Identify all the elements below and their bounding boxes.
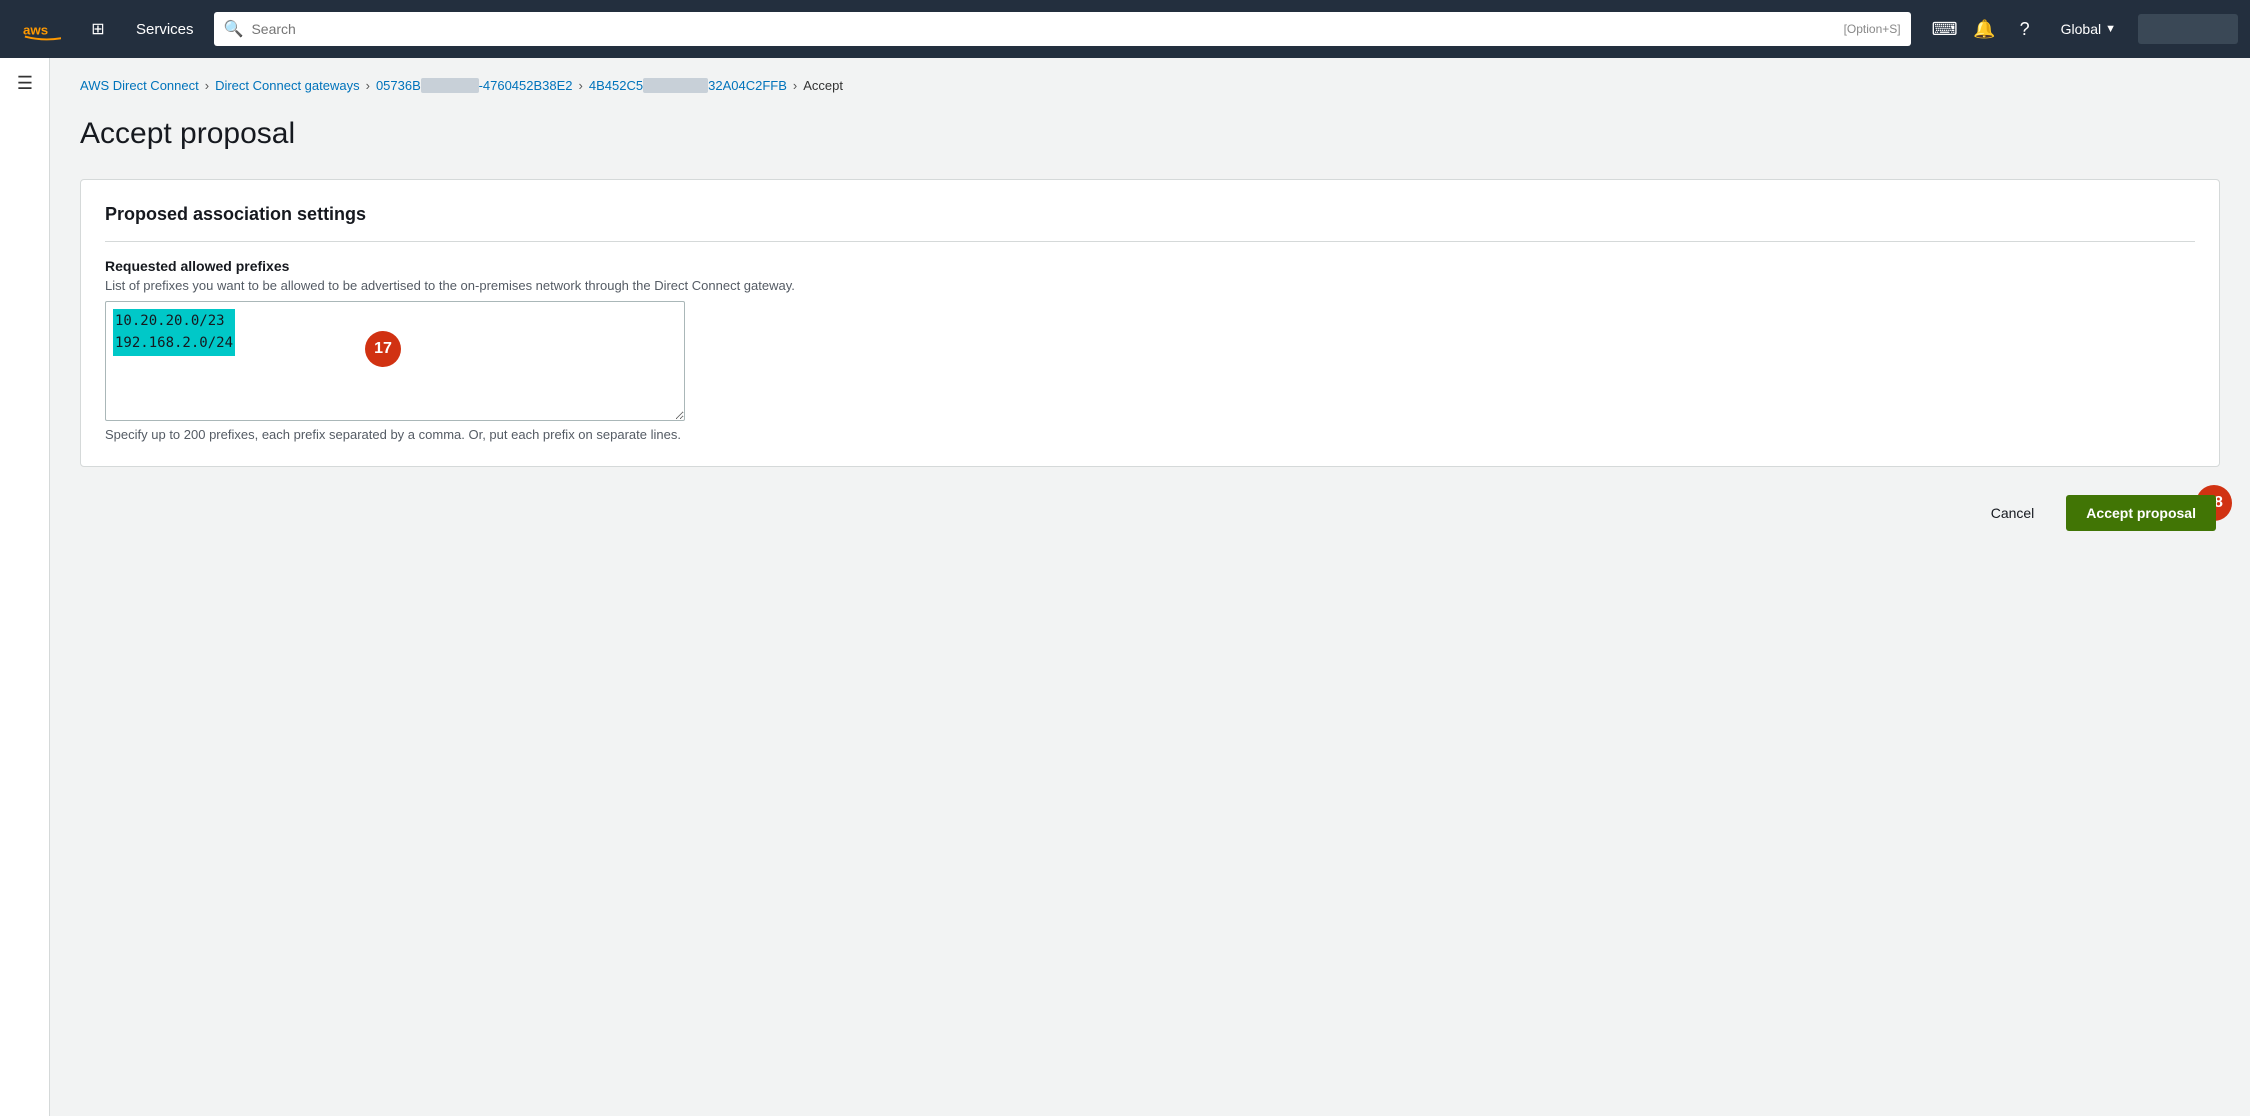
settings-card: Proposed association settings Requested … [80,179,2220,467]
breadcrumb-sep-4: › [793,78,797,93]
breadcrumb-sep-2: › [366,78,370,93]
sidebar: ☰ [0,58,50,1116]
breadcrumb-direct-connect[interactable]: AWS Direct Connect [80,78,199,93]
breadcrumb-assoc-id[interactable]: 4B452C5 32A04C2FFB [589,78,787,93]
breadcrumb-sep-1: › [205,78,209,93]
badge-17: 17 [365,331,401,367]
account-menu[interactable] [2138,14,2238,44]
prefixes-hint: Specify up to 200 prefixes, each prefix … [105,427,2195,442]
aws-logo[interactable]: aws [12,3,72,55]
main-content: AWS Direct Connect › Direct Connect gate… [50,58,2250,1116]
footer-actions: Cancel Accept proposal 18 [80,495,2220,531]
search-icon: 🔍 [224,19,244,39]
bell-icon[interactable]: 🔔 [1967,11,2003,47]
region-label: Global [2061,21,2101,37]
services-label: Services [136,21,194,38]
page-title: Accept proposal [80,117,2220,151]
prefixes-desc: List of prefixes you want to be allowed … [105,278,2195,293]
navbar: aws ⊞ Services 🔍 [Option+S] ⌨ 🔔 ? Global… [0,0,2250,58]
nav-icons: ⌨ 🔔 ? [1927,11,2043,47]
sidebar-toggle-button[interactable]: ☰ [0,58,50,108]
prefixes-textarea-wrapper: 10.20.20.0/23 192.168.2.0/24 10.20.20.0/… [105,301,685,421]
breadcrumb-accept: Accept [803,78,843,93]
search-bar[interactable]: 🔍 [Option+S] [214,12,1911,46]
card-title: Proposed association settings [105,204,2195,242]
region-selector[interactable]: Global ▼ [2051,13,2126,45]
cancel-button[interactable]: Cancel [1975,497,2051,529]
breadcrumb-redacted-1 [421,78,479,93]
breadcrumb-redacted-2 [643,78,708,93]
services-menu[interactable]: Services [124,13,206,46]
breadcrumb-sep-3: › [579,78,583,93]
prefixes-field: Requested allowed prefixes List of prefi… [105,258,2195,442]
prefixes-label: Requested allowed prefixes [105,258,2195,274]
help-icon[interactable]: ? [2007,11,2043,47]
search-input[interactable] [251,21,1835,37]
region-chevron: ▼ [2105,23,2116,35]
breadcrumb: AWS Direct Connect › Direct Connect gate… [80,78,2220,93]
terminal-icon[interactable]: ⌨ [1927,11,1963,47]
accept-button-wrapper: Accept proposal 18 [2066,495,2216,531]
accept-proposal-button[interactable]: Accept proposal [2066,495,2216,531]
svg-text:aws: aws [23,23,48,38]
breadcrumb-gateways[interactable]: Direct Connect gateways [215,78,360,93]
grid-icon[interactable]: ⊞ [80,11,116,47]
breadcrumb-gateway-id[interactable]: 05736B -4760452B38E2 [376,78,573,93]
search-shortcut: [Option+S] [1844,22,1901,36]
